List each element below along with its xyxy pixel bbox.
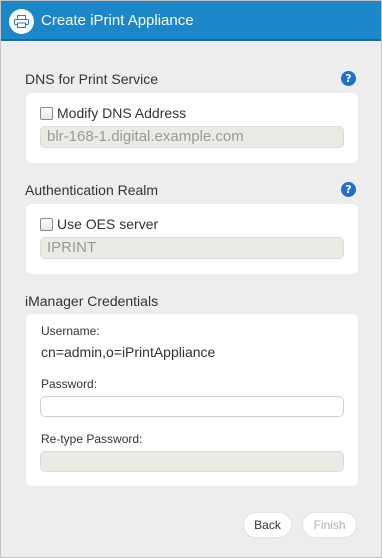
printer-icon <box>9 9 34 34</box>
use-oes-checkbox[interactable] <box>40 217 53 231</box>
dns-section-heading: DNS for Print Service <box>25 71 159 87</box>
retype-password-input[interactable] <box>40 451 344 472</box>
username-value: cn=admin,o=iPrintAppliance <box>41 344 216 360</box>
dns-help-icon[interactable]: ? <box>341 71 356 86</box>
modify-dns-label: Modify DNS Address <box>57 105 187 121</box>
credentials-section-heading: iManager Credentials <box>25 293 159 309</box>
modify-dns-checkbox-row[interactable]: Modify DNS Address <box>40 105 186 121</box>
dialog-titlebar: Create iPrint Appliance <box>1 1 381 41</box>
retype-password-label: Re-type Password: <box>41 432 143 446</box>
auth-realm-field: IPRINT <box>40 237 344 259</box>
modify-dns-checkbox[interactable] <box>40 106 53 120</box>
use-oes-checkbox-row[interactable]: Use OES server <box>40 216 158 232</box>
credentials-card: Username: cn=admin,o=iPrintAppliance Pas… <box>26 314 358 486</box>
password-input[interactable] <box>40 396 344 417</box>
use-oes-label: Use OES server <box>57 216 159 232</box>
dns-card: Modify DNS Address blr-168-1.digital.exa… <box>26 93 358 163</box>
auth-section-heading: Authentication Realm <box>25 182 159 198</box>
username-label: Username: <box>41 324 100 338</box>
dns-address-field: blr-168-1.digital.example.com <box>40 126 344 148</box>
create-iprint-appliance-dialog: Create iPrint Appliance DNS for Print Se… <box>0 0 382 558</box>
auth-help-icon[interactable]: ? <box>341 182 356 197</box>
auth-card: Use OES server IPRINT <box>26 204 358 274</box>
back-button[interactable]: Back <box>243 512 292 538</box>
dialog-title: Create iPrint Appliance <box>41 12 194 29</box>
password-label: Password: <box>41 377 98 391</box>
finish-button[interactable]: Finish <box>302 512 357 538</box>
